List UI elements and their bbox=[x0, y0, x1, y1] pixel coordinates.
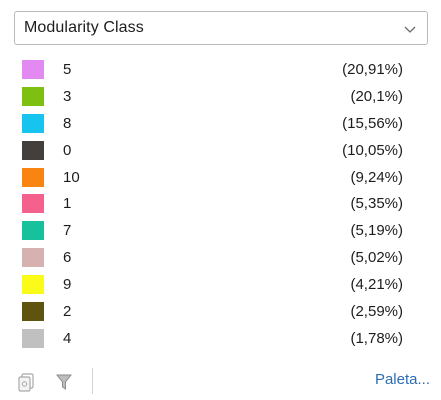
color-swatch[interactable] bbox=[22, 302, 44, 322]
class-label: 1 bbox=[63, 195, 72, 213]
color-swatch[interactable] bbox=[22, 275, 44, 295]
copy-icon[interactable] bbox=[15, 371, 37, 393]
legend-item[interactable]: 2 (2,59%) bbox=[14, 300, 428, 327]
color-swatch[interactable] bbox=[22, 167, 44, 187]
color-swatch[interactable] bbox=[22, 248, 44, 268]
class-percent: (5,35%) bbox=[350, 195, 403, 213]
legend-item[interactable]: 7 (5,19%) bbox=[14, 219, 428, 246]
color-swatch[interactable] bbox=[22, 140, 44, 160]
class-label: 7 bbox=[63, 222, 72, 240]
class-percent: (20,91%) bbox=[342, 61, 403, 78]
class-label: 4 bbox=[63, 329, 72, 347]
funnel-icon[interactable] bbox=[53, 371, 75, 393]
class-percent: (10,05%) bbox=[342, 141, 403, 159]
class-percent: (5,02%) bbox=[350, 249, 403, 267]
footer-toolbar: Paleta... bbox=[0, 362, 441, 398]
legend-item[interactable]: 5 (20,91%) bbox=[14, 58, 428, 85]
class-percent: (5,19%) bbox=[350, 222, 403, 240]
chevron-down-icon bbox=[403, 22, 417, 34]
legend-item[interactable]: 0 (10,05%) bbox=[14, 139, 428, 166]
color-swatch[interactable] bbox=[22, 328, 44, 348]
color-swatch[interactable] bbox=[22, 86, 44, 106]
legend-item[interactable]: 8 (15,56%) bbox=[14, 112, 428, 139]
class-label: 10 bbox=[63, 168, 80, 186]
class-percent: (9,24%) bbox=[350, 168, 403, 186]
class-percent: (20,1%) bbox=[350, 87, 403, 105]
color-swatch[interactable] bbox=[22, 113, 44, 133]
class-label: 9 bbox=[63, 276, 72, 294]
class-label: 3 bbox=[63, 87, 72, 105]
color-swatch[interactable] bbox=[22, 60, 44, 79]
legend-item[interactable]: 3 (20,1%) bbox=[14, 85, 428, 112]
color-swatch[interactable] bbox=[22, 221, 44, 241]
class-label: 6 bbox=[63, 249, 72, 267]
color-swatch[interactable] bbox=[22, 194, 44, 214]
class-label: 0 bbox=[63, 141, 72, 159]
partition-panel: Modularity Class 5 (20,91%) 3 (20,1%) 8 … bbox=[0, 0, 441, 400]
toolbar-divider bbox=[92, 368, 93, 394]
class-percent: (4,21%) bbox=[350, 276, 403, 294]
palette-link[interactable]: Paleta... bbox=[375, 371, 430, 388]
partition-attribute-dropdown[interactable]: Modularity Class bbox=[14, 11, 428, 45]
legend-item[interactable]: 6 (5,02%) bbox=[14, 246, 428, 273]
legend-list: 5 (20,91%) 3 (20,1%) 8 (15,56%) 0 (10,05… bbox=[14, 58, 428, 354]
legend-item[interactable]: 10 (9,24%) bbox=[14, 166, 428, 193]
legend-item[interactable]: 1 (5,35%) bbox=[14, 192, 428, 219]
class-percent: (2,59%) bbox=[350, 303, 403, 321]
dropdown-selected-value: Modularity Class bbox=[24, 19, 144, 36]
class-label: 2 bbox=[63, 303, 72, 321]
legend-item[interactable]: 9 (4,21%) bbox=[14, 273, 428, 300]
class-percent: (15,56%) bbox=[342, 114, 403, 132]
class-percent: (1,78%) bbox=[350, 329, 403, 347]
legend-item[interactable]: 4 (1,78%) bbox=[14, 327, 428, 354]
class-label: 5 bbox=[63, 61, 72, 78]
class-label: 8 bbox=[63, 114, 72, 132]
